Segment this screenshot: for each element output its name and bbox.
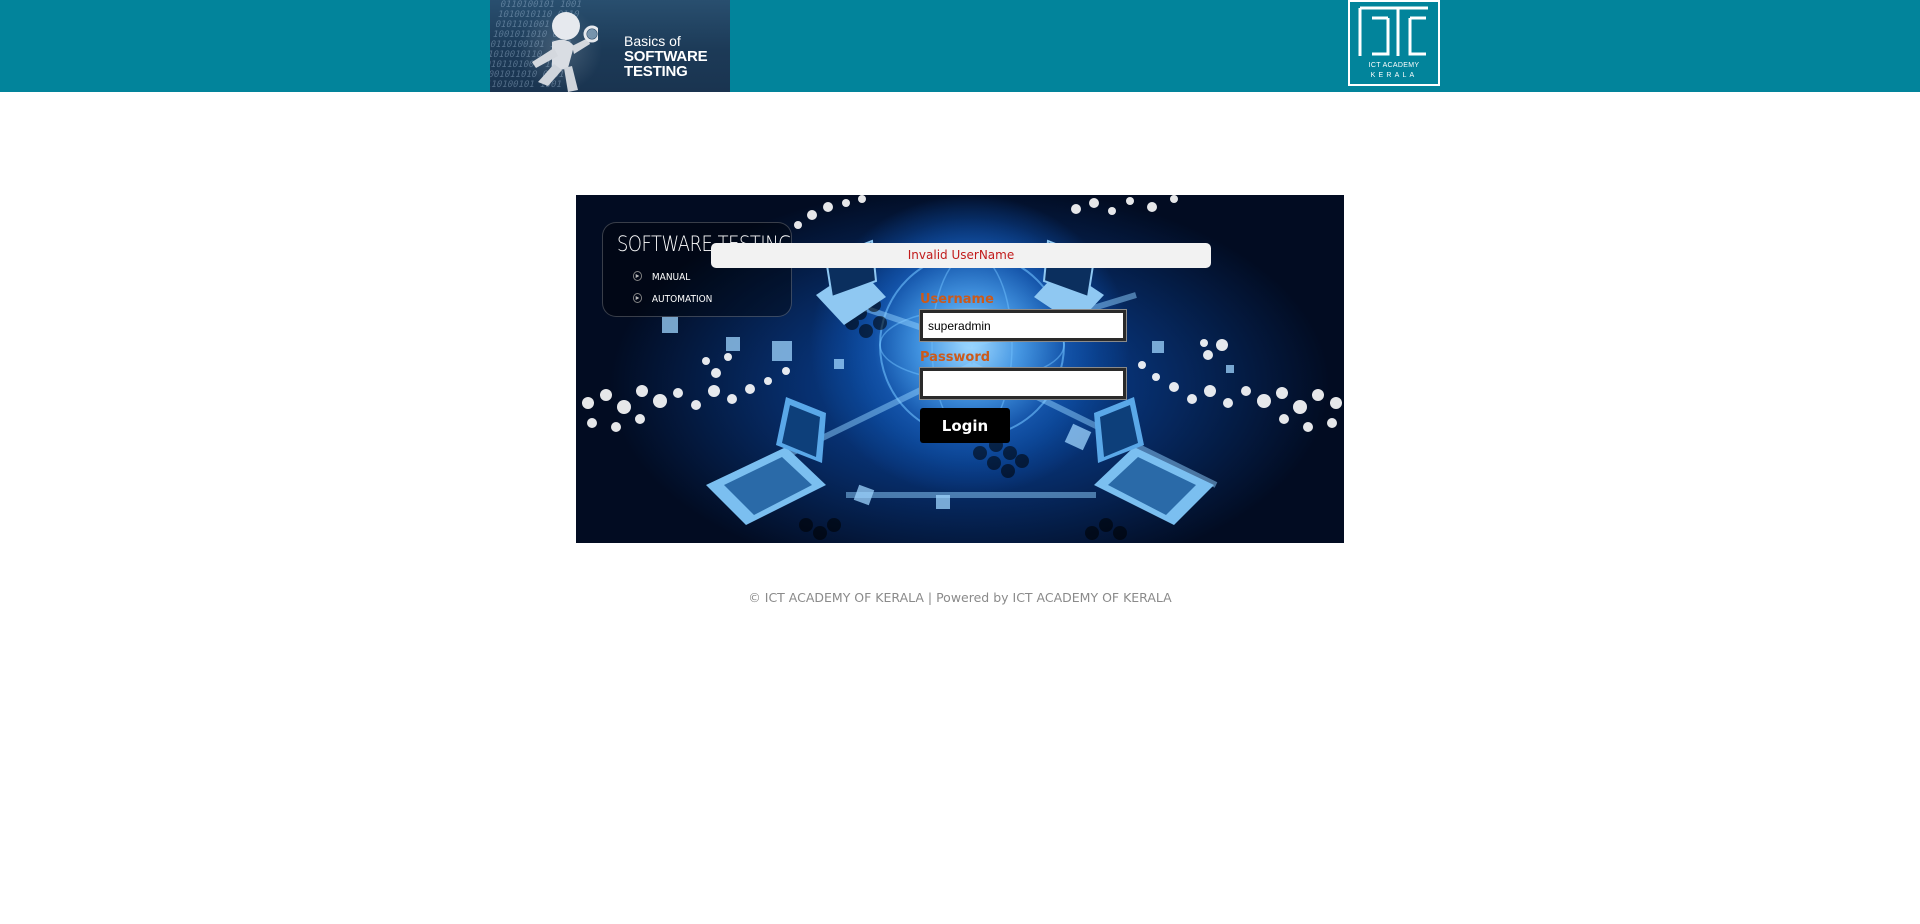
software-testing-banner: 0110100101 1001 1010010110 0110 01011010…	[490, 0, 730, 92]
bullet-arrow-icon	[633, 271, 642, 281]
site-header: 0110100101 1001 1010010110 0110 01011010…	[0, 0, 1920, 92]
ict-academy-logo: ICT ACADEMY KERALA	[1348, 0, 1440, 86]
username-input[interactable]	[919, 309, 1127, 342]
software-testing-nav: SOFTWARE TESTING MANUAL AUTOMATION	[602, 222, 792, 317]
banner-line-1: Basics of	[624, 33, 681, 49]
logo-text-kerala: KERALA	[1370, 72, 1418, 79]
password-label: Password	[920, 350, 991, 365]
username-label: Username	[920, 292, 994, 307]
nav-item-label: MANUAL	[651, 272, 691, 283]
login-panel: SOFTWARE TESTING MANUAL AUTOMATION Inval…	[576, 195, 1344, 543]
nav-item-manual[interactable]: MANUAL	[633, 271, 690, 283]
nav-item-label: AUTOMATION	[651, 294, 713, 305]
ict-mark-icon	[1358, 6, 1428, 56]
password-input[interactable]	[919, 367, 1127, 400]
error-message: Invalid UserName	[711, 243, 1211, 268]
banner-line-3: TESTING	[624, 63, 688, 80]
logo-text-academy: ICT ACADEMY	[1368, 62, 1420, 69]
login-button[interactable]: Login	[920, 408, 1010, 443]
banner-line-2: SOFTWARE	[624, 48, 708, 65]
banner-title: Basics of SOFTWARE TESTING	[624, 33, 708, 80]
bullet-arrow-icon	[633, 293, 642, 303]
figure-with-magnifier-icon	[532, 12, 598, 92]
nav-item-automation[interactable]: AUTOMATION	[633, 293, 712, 305]
footer-copyright: © ICT ACADEMY OF KERALA | Powered by ICT…	[748, 590, 1172, 605]
